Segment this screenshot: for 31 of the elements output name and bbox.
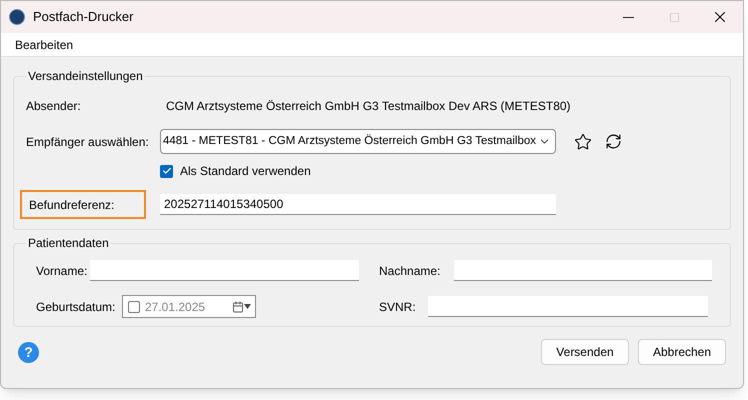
- field-label: Empfänger auswählen:: [26, 134, 150, 150]
- dialog-button[interactable]: Versenden: [541, 339, 629, 365]
- checkbox[interactable]: [128, 300, 140, 312]
- menu-item[interactable]: Bearbeiten: [9, 36, 80, 54]
- help-icon[interactable]: ?: [18, 342, 39, 362]
- field-label: SVNR:: [379, 298, 417, 316]
- app-logo-icon: [9, 9, 25, 25]
- window-title: Postfach-Drucker: [33, 8, 134, 26]
- field-label: Befundreferenz:: [20, 190, 146, 219]
- recipient-dropdown[interactable]: 4481 - METEST81 - CGM Arztsysteme Österreich GmbH G3 Testmailbox: [160, 129, 556, 154]
- refresh-icon: [604, 133, 622, 150]
- date-picker[interactable]: 27.01.2025: [122, 295, 256, 318]
- calendar-icon: [232, 300, 244, 312]
- field-label: Absender:: [26, 98, 82, 115]
- field-label: Nachname:: [379, 262, 442, 280]
- input-field[interactable]: [90, 260, 359, 281]
- group-title: Versandeinstellungen: [27, 68, 144, 85]
- group-title: Patientendaten: [27, 235, 110, 252]
- field-label: Geburtsdatum:: [35, 298, 116, 316]
- field-label: Vorname:: [35, 262, 88, 280]
- input-field[interactable]: [454, 260, 712, 281]
- input-field[interactable]: [428, 296, 708, 317]
- minimize-icon: [622, 16, 634, 18]
- star-icon: [574, 132, 592, 150]
- checkbox[interactable]: [160, 164, 173, 178]
- input-field[interactable]: 202527114015340500: [160, 194, 556, 215]
- checkbox-label: Als Standard verwenden: [180, 163, 311, 180]
- dialog-button[interactable]: Abbrechen: [638, 339, 726, 365]
- maximize-icon: [668, 12, 680, 22]
- sender-text: CGM Arztsysteme Österreich GmbH G3 Testmailbox Dev ARS (METEST80): [166, 98, 571, 115]
- caret-icon: [244, 304, 251, 309]
